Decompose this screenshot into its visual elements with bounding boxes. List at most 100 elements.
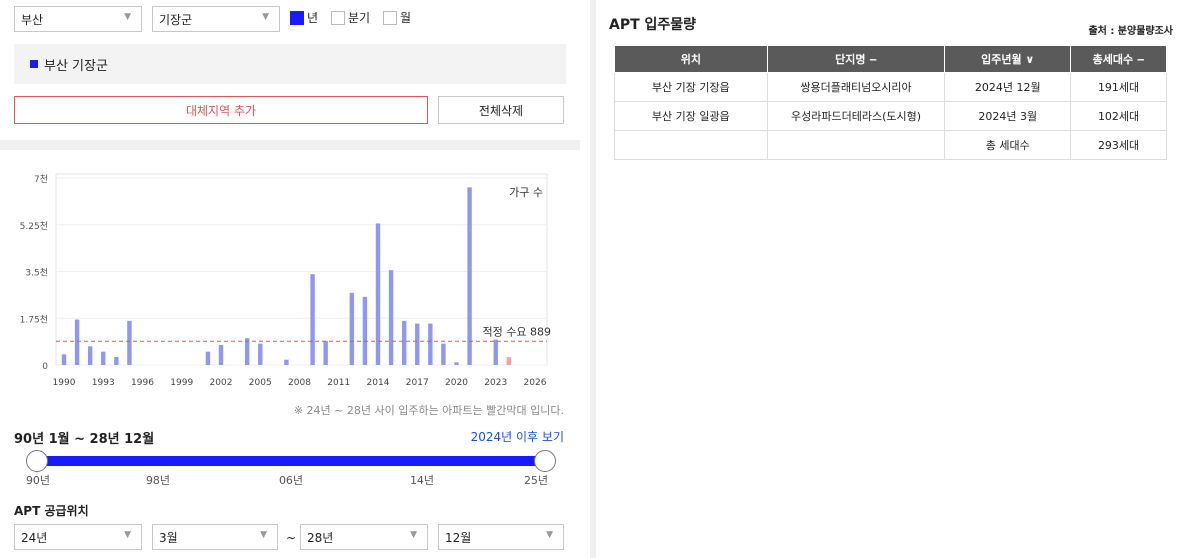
series-label: 가구 수 [509, 186, 543, 199]
source-label: 출처 : 분양물량조사 [1088, 26, 1173, 37]
bar [323, 340, 328, 365]
section-divider [0, 140, 580, 150]
bar [310, 274, 315, 365]
period-month-checkbox[interactable]: 월 [383, 9, 411, 26]
period-quarter-checkbox[interactable]: 분기 [331, 9, 370, 26]
x-tick-label: 2002 [210, 378, 233, 388]
y-tick-label: 5.25천 [20, 221, 48, 232]
x-tick-label: 1990 [53, 378, 76, 388]
chevron-down-icon: ▼ [546, 530, 553, 540]
y-tick-label: 3.5천 [25, 268, 48, 279]
cell-complex: 쌍용더플래티넘오시리아 [766, 72, 946, 102]
selected-region-item[interactable]: 부산 기장군 [44, 55, 108, 74]
bar [87, 346, 93, 365]
to-year-select[interactable]: 28년 ▼ [300, 524, 428, 550]
cell-complex [766, 130, 946, 160]
col-header-complex[interactable]: 단지명 ‒ [766, 45, 946, 73]
bar [205, 351, 211, 365]
province-value: 부산 [21, 12, 44, 27]
chevron-down-icon: ▼ [124, 530, 131, 540]
from-year-select[interactable]: 24년 ▼ [14, 524, 142, 550]
to-year-value: 28년 [307, 530, 334, 545]
bar [127, 320, 132, 365]
period-quarter-label: 분기 [348, 11, 371, 25]
y-tick-label: 1.75천 [20, 314, 48, 325]
bar [375, 223, 381, 365]
bar [258, 343, 263, 365]
period-year-label: 년 [307, 11, 319, 25]
bar [218, 344, 224, 365]
right-panel: APT 입주물량 출처 : 분양물량조사 위치 단지명 ‒ 입주년월 ∨ 총세대… [596, 0, 1181, 558]
bar [401, 320, 407, 365]
reference-line-label: 적정 수요 889 [483, 325, 551, 338]
bar [284, 359, 289, 365]
x-tick-label: 2017 [406, 378, 429, 388]
col-header-location[interactable]: 위치 [614, 45, 768, 73]
bar [428, 323, 433, 365]
bar [493, 339, 498, 365]
slider-end-handle[interactable] [534, 450, 556, 472]
chevron-down-icon: ▼ [260, 530, 267, 540]
delete-all-button[interactable]: 전체삭제 [438, 96, 564, 124]
bar [101, 351, 106, 365]
checkbox-icon [331, 10, 345, 25]
bar [388, 270, 394, 365]
slider-start-handle[interactable] [26, 450, 48, 472]
range-tilde: ~ [286, 531, 297, 545]
slider-tick: 14년 [409, 474, 435, 487]
bar [74, 319, 80, 365]
from-year-value: 24년 [21, 530, 48, 545]
district-select[interactable]: 기장군 ▼ [152, 6, 280, 32]
apt-supply-table: 위치 단지명 ‒ 입주년월 ∨ 총세대수 ‒ 부산 기장 기장읍 쌍용더플래티넘… [614, 45, 1167, 160]
supply-location-label: APT 공급위치 [14, 504, 89, 518]
cell-location: 부산 기장 기장읍 [614, 72, 768, 102]
add-region-button[interactable]: 대체지역 추가 [14, 96, 428, 124]
x-tick-label: 2008 [288, 378, 311, 388]
province-select[interactable]: 부산 ▼ [14, 6, 142, 32]
chevron-down-icon: ▼ [262, 12, 269, 22]
slider-tick: 25년 [523, 474, 549, 487]
cell-total-units: 293세대 [1070, 130, 1167, 160]
from-month-select[interactable]: 3월 ▼ [152, 524, 278, 550]
cell-complex: 우성라파드더테라스(도시형) [766, 101, 946, 131]
district-value: 기장군 [159, 12, 193, 27]
bar [244, 338, 250, 365]
chevron-down-icon: ▼ [410, 530, 417, 540]
col-header-units[interactable]: 총세대수 ‒ [1070, 45, 1167, 73]
period-range-slider[interactable] [26, 450, 556, 472]
table-row[interactable]: 부산 기장 일광읍 우성라파드더테라스(도시형) 2024년 3월 102세대 [614, 101, 1167, 131]
x-tick-label: 2026 [524, 378, 547, 388]
slider-tick: 98년 [145, 474, 171, 487]
cell-location [614, 130, 768, 160]
to-month-select[interactable]: 12월 ▼ [438, 524, 564, 550]
cell-total-label: 총 세대수 [944, 130, 1072, 160]
x-tick-label: 2011 [327, 378, 350, 388]
slider-ticks: 90년 98년 06년 14년 25년 [0, 472, 580, 488]
view-after-2024-link[interactable]: 2024년 이후 보기 [471, 428, 564, 445]
x-tick-label: 1999 [170, 378, 193, 388]
slider-track[interactable] [36, 456, 546, 466]
cell-move-in: 2024년 12월 [944, 72, 1072, 102]
period-year-checkbox[interactable]: 년 [290, 9, 318, 26]
y-tick-label: 7천 [34, 174, 48, 185]
legend-square-icon [30, 60, 38, 68]
table-total-row: 총 세대수 293세대 [614, 130, 1167, 160]
chevron-down-icon: ▼ [124, 12, 131, 22]
x-tick-label: 2014 [367, 378, 390, 388]
slider-tick: 90년 [25, 474, 51, 487]
period-month-label: 월 [400, 11, 412, 25]
left-panel: 부산 ▼ 기장군 ▼ 년 분기 월 부산 기장군 대체지역 추가 전체삭제 01… [0, 0, 580, 558]
chart-note: ※ 24년 ~ 28년 사이 입주하는 아파트는 빨간막대 입니다. [293, 404, 564, 417]
cell-move-in: 2024년 3월 [944, 101, 1072, 131]
table-row[interactable]: 부산 기장 기장읍 쌍용더플래티넘오시리아 2024년 12월 191세대 [614, 72, 1167, 102]
bar [362, 296, 368, 365]
panel-title: APT 입주물량 [609, 17, 697, 33]
x-tick-label: 1993 [92, 378, 115, 388]
col-header-move-in[interactable]: 입주년월 ∨ [944, 45, 1072, 73]
bar [467, 187, 472, 365]
supply-bar-chart: 0 1.75천 3.5천 5.25천 7천적정 수요 889 가구 수 1990 1993 19… [20, 173, 551, 388]
period-range-label: 90년 1월 ~ 28년 12월 [14, 432, 155, 447]
bar [454, 362, 459, 365]
selected-region-list: 부산 기장군 [14, 44, 566, 84]
bar [61, 354, 67, 365]
